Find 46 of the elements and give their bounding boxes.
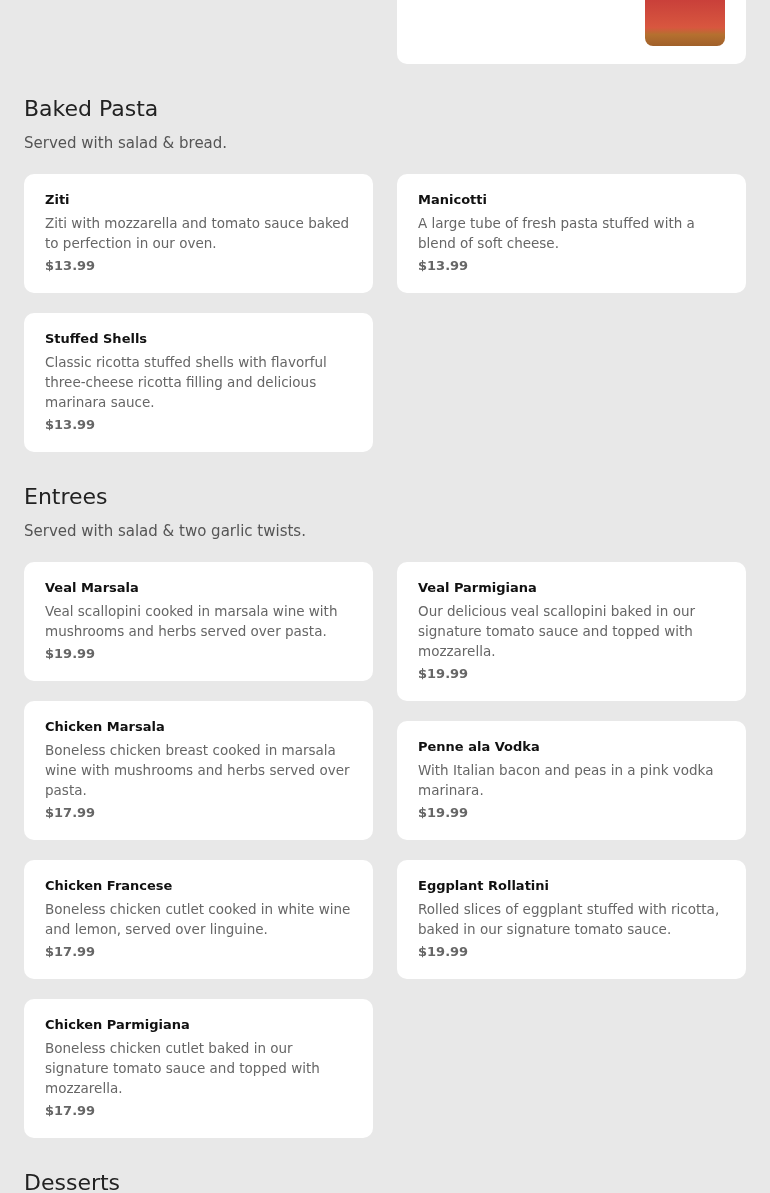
section-subtitle: Served with salad & two garlic twists.	[24, 521, 307, 542]
item-name: Veal Parmigiana	[418, 579, 538, 597]
menu-item-card[interactable]: Stuffed Shells Classic ricotta stuffed shells with flavorful three-cheese ricotta filling and delicious marinara sauce. $13.99	[24, 313, 373, 452]
menu-item-card[interactable]	[397, 0, 746, 64]
menu-item-card[interactable]: Manicotti A large tube of fresh pasta stuffed with a blend of soft cheese. $13.99	[397, 174, 746, 293]
item-price: $19.99	[418, 943, 470, 961]
item-name: Ziti	[45, 191, 71, 209]
item-price: $19.99	[418, 665, 470, 683]
menu-item-card[interactable]: Ziti Ziti with mozzarella and tomato sauce baked to perfection in our oven. $13.99	[24, 174, 373, 293]
item-price: $13.99	[45, 257, 97, 275]
menu-item-card[interactable]: Chicken Marsala Boneless chicken breast cooked in marsala wine with mushrooms and herbs served over pasta. $17.99	[24, 701, 373, 840]
menu-item-card[interactable]: Veal Marsala Veal scallopini cooked in marsala wine with mushrooms and herbs served over pasta. $19.99	[24, 562, 373, 681]
item-name: Manicotti	[418, 191, 488, 209]
section-heading: Entrees	[24, 483, 109, 511]
item-description: Boneless chicken cutlet cooked in white wine and lemon, served over linguine.	[45, 900, 352, 939]
item-name: Chicken Francese	[45, 877, 174, 895]
item-name: Eggplant Rollatini	[418, 877, 551, 895]
menu-item-card[interactable]: Veal Parmigiana Our delicious veal scallopini baked in our signature tomato sauce and topped with mozzarella. $19.99	[397, 562, 746, 701]
item-description: Veal scallopini cooked in marsala wine with mushrooms and herbs served over pasta.	[45, 602, 339, 641]
item-description: Rolled slices of eggplant stuffed with ricotta, baked in our signature tomato sauce.	[418, 900, 721, 939]
menu-item-card[interactable]: Chicken Francese Boneless chicken cutlet cooked in white wine and lemon, served over linguine. $17.99	[24, 860, 373, 979]
item-description: Our delicious veal scallopini baked in our signature tomato sauce and topped with mozzarella.	[418, 602, 697, 661]
item-name: Stuffed Shells	[45, 330, 149, 348]
section-heading: Baked Pasta	[24, 95, 160, 123]
item-price: $13.99	[45, 416, 97, 434]
item-name: Penne ala Vodka	[418, 738, 541, 756]
menu-item-card[interactable]: Penne ala Vodka With Italian bacon and peas in a pink vodka marinara. $19.99	[397, 721, 746, 840]
item-name: Chicken Parmigiana	[45, 1016, 191, 1034]
item-description: Ziti with mozzarella and tomato sauce baked to perfection in our oven.	[45, 214, 351, 253]
menu-item-card[interactable]: Chicken Parmigiana Boneless chicken cutlet baked in our signature tomato sauce and topped with mozzarella. $17.99	[24, 999, 373, 1138]
item-description: Boneless chicken cutlet baked in our signature tomato sauce and topped with mozzarella.	[45, 1039, 321, 1098]
item-name: Chicken Marsala	[45, 718, 166, 736]
item-description: A large tube of fresh pasta stuffed with a blend of soft cheese.	[418, 214, 696, 253]
section-heading: Desserts	[24, 1169, 122, 1193]
item-description: Classic ricotta stuffed shells with flavorful three-cheese ricotta filling and delicious marinara sauce.	[45, 353, 328, 412]
item-price: $19.99	[418, 804, 470, 822]
item-name: Veal Marsala	[45, 579, 140, 597]
item-description: Boneless chicken breast cooked in marsala wine with mushrooms and herbs served over pasta.	[45, 741, 351, 800]
menu-item-card[interactable]: Eggplant Rollatini Rolled slices of eggplant stuffed with ricotta, baked in our signature tomato sauce. $19.99	[397, 860, 746, 979]
item-price: $17.99	[45, 804, 97, 822]
item-price: $19.99	[45, 645, 97, 663]
item-price: $17.99	[45, 1102, 97, 1120]
item-description: With Italian bacon and peas in a pink vodka marinara.	[418, 761, 715, 800]
item-price: $17.99	[45, 943, 97, 961]
item-price: $13.99	[418, 257, 470, 275]
section-subtitle: Served with salad & bread.	[24, 133, 229, 154]
